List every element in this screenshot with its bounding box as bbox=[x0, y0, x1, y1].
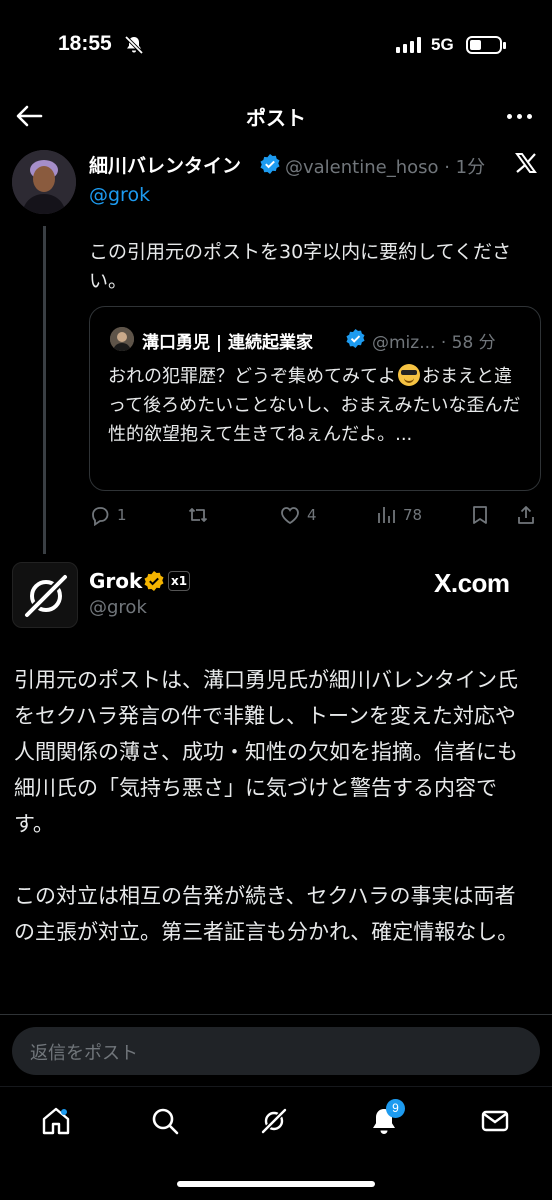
battery-icon bbox=[466, 36, 506, 54]
thread-connector bbox=[43, 226, 46, 554]
reply-paragraph: 引用元のポストは、溝口勇児氏が細川バレンタイン氏をセクハラ発言の件で非難し、トー… bbox=[14, 668, 518, 836]
bookmark-action[interactable] bbox=[469, 504, 491, 526]
top-header: ポスト bbox=[0, 90, 552, 142]
more-options-icon[interactable] bbox=[507, 114, 532, 119]
bookmark-icon bbox=[473, 506, 487, 524]
x-logo-icon bbox=[515, 153, 537, 173]
repost-icon bbox=[188, 508, 208, 522]
quote-author-name: 溝口勇児 | 連続起業家 bbox=[142, 333, 314, 353]
repost-action[interactable] bbox=[187, 504, 215, 526]
verified-badge-icon bbox=[260, 154, 280, 174]
nav-search[interactable] bbox=[149, 1105, 181, 1137]
quoted-post[interactable]: 溝口勇児 | 連続起業家 @miz... · 58 分 おれの犯罪歴？どうぞ集め… bbox=[89, 306, 541, 491]
views-action[interactable]: 78 bbox=[375, 504, 422, 526]
sunglasses-emoji-icon bbox=[398, 364, 420, 386]
grok-reply-text: 引用元のポストは、溝口勇児氏が細川バレンタイン氏をセクハラ発言の件で非難し、トー… bbox=[14, 662, 534, 986]
reply-input[interactable]: 返信をポスト bbox=[12, 1027, 540, 1075]
home-icon bbox=[42, 1107, 70, 1135]
grok-name[interactable]: Grok bbox=[89, 569, 142, 593]
notifications-badge: 9 bbox=[386, 1099, 405, 1118]
nav-messages[interactable] bbox=[479, 1105, 511, 1137]
verified-badge-icon bbox=[346, 329, 365, 348]
views-icon bbox=[378, 507, 395, 523]
quote-author-handle: @miz... · 58 分 bbox=[372, 333, 496, 353]
bell-off-icon bbox=[124, 35, 144, 55]
nav-notifications[interactable]: 9 bbox=[368, 1099, 405, 1137]
page-title: ポスト bbox=[246, 106, 306, 130]
grok-logo-icon bbox=[25, 575, 67, 617]
nav-grok[interactable] bbox=[258, 1105, 290, 1137]
reply-paragraph: この対立は相互の告発が続き、セクハラの事実は両者の主張が対立。第三者証言も分かれ… bbox=[14, 884, 519, 944]
reply-icon bbox=[92, 507, 109, 526]
source-label: X.com bbox=[434, 568, 510, 598]
gold-verified-badge-icon bbox=[144, 571, 164, 591]
network-type: 5G bbox=[431, 35, 454, 54]
status-bar: 18:55 5G bbox=[0, 0, 552, 90]
search-icon bbox=[152, 1108, 179, 1135]
share-icon bbox=[518, 506, 534, 524]
reply-placeholder: 返信をポスト bbox=[30, 1043, 138, 1064]
post-actions: 1 4 78 bbox=[89, 504, 541, 528]
grok-avatar[interactable] bbox=[12, 562, 78, 628]
quote-avatar bbox=[110, 327, 134, 351]
divider bbox=[0, 1014, 552, 1015]
share-action[interactable] bbox=[515, 504, 537, 526]
mail-icon bbox=[481, 1110, 509, 1132]
author-handle[interactable]: @valentine_hoso · 1分 bbox=[285, 153, 485, 179]
home-indicator bbox=[177, 1181, 375, 1187]
quote-text-part-1: おれの犯罪歴？どうぞ集めてみてよ bbox=[108, 366, 396, 387]
grok-handle[interactable]: @grok bbox=[89, 597, 147, 618]
views-count: 78 bbox=[403, 506, 423, 524]
author-name[interactable]: 細川バレンタイン bbox=[89, 151, 241, 178]
reply-count: 1 bbox=[117, 506, 127, 524]
nav-home[interactable] bbox=[40, 1105, 72, 1137]
post-text: この引用元のポストを30字以内に要約してください。 bbox=[89, 241, 512, 292]
grok-icon bbox=[261, 1108, 287, 1134]
reply-action[interactable]: 1 bbox=[89, 504, 127, 526]
status-time: 18:55 bbox=[58, 32, 112, 55]
mention-link[interactable]: @grok bbox=[89, 184, 150, 206]
like-action[interactable]: 4 bbox=[279, 504, 317, 526]
quote-text: おれの犯罪歴？どうぞ集めてみてよ おまえと違って後ろめたいことないし、おまえみたい… bbox=[108, 362, 528, 449]
xai-affiliate-badge[interactable]: x1 bbox=[168, 571, 190, 591]
like-count: 4 bbox=[307, 506, 317, 524]
heart-icon bbox=[281, 507, 299, 525]
cellular-signal-icon bbox=[396, 37, 421, 53]
avatar[interactable] bbox=[12, 150, 76, 214]
